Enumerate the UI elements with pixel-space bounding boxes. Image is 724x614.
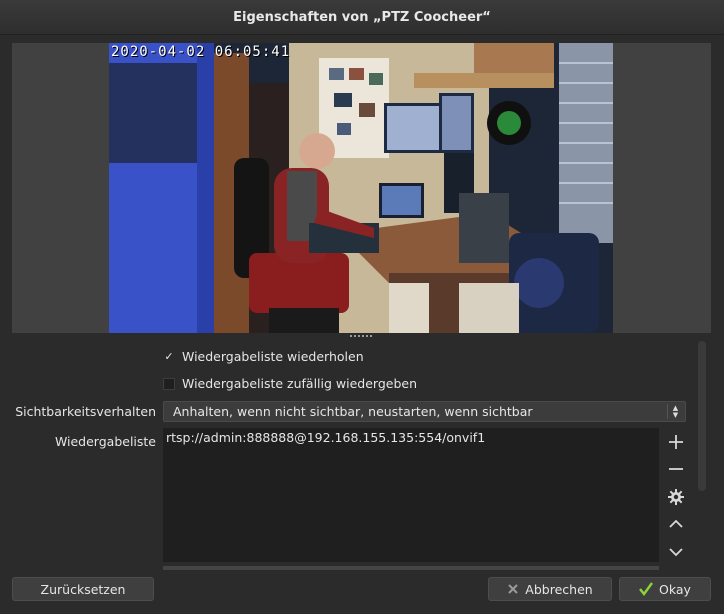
reset-button-label: Zurücksetzen — [40, 581, 126, 597]
ok-button[interactable]: Okay — [619, 577, 711, 601]
shuffle-checkbox[interactable] — [163, 377, 175, 390]
shuffle-checkbox-row[interactable]: Wiedergabeliste zufällig wiedergeben — [163, 376, 417, 391]
camera-preview: 2020-04-02 06:05:41 — [109, 43, 613, 333]
playlist-listbox[interactable]: rtsp://admin:888888@192.168.155.135:554/… — [163, 428, 659, 562]
select-arrows-icon: ▲ ▼ — [667, 404, 683, 419]
preview-splitter-handle[interactable] — [350, 334, 372, 338]
visibility-select-value: Anhalten, wenn nicht sichtbar, neustarte… — [173, 404, 533, 419]
window-titlebar: Eigenschaften von „PTZ Coocheer“ — [0, 0, 724, 35]
minus-icon — [669, 468, 683, 471]
playlist-hscrollbar[interactable] — [163, 566, 659, 570]
move-down-button[interactable] — [663, 538, 689, 566]
chevron-down-icon — [669, 548, 683, 557]
preview-area: 2020-04-02 06:05:41 — [12, 43, 711, 333]
cancel-button-label: Abbrechen — [525, 581, 593, 597]
reset-button[interactable]: Zurücksetzen — [12, 577, 154, 601]
window-title: Eigenschaften von „PTZ Coocheer“ — [233, 9, 491, 25]
shuffle-label: Wiedergabeliste zufällig wiedergeben — [182, 376, 418, 391]
cancel-button[interactable]: Abbrechen — [488, 577, 612, 601]
plus-icon — [669, 434, 683, 449]
chevron-up-icon — [669, 519, 683, 528]
list-item[interactable]: rtsp://admin:888888@192.168.155.135:554/… — [166, 430, 656, 445]
playlist-label: Wiedergabeliste — [54, 434, 156, 449]
gear-icon — [668, 488, 684, 505]
ok-button-label: Okay — [659, 581, 691, 597]
close-icon — [508, 584, 519, 594]
visibility-label: Sichtbarkeitsverhalten — [15, 404, 156, 419]
item-settings-button[interactable] — [663, 483, 689, 511]
checkmark-icon — [639, 582, 654, 596]
playlist-side-buttons — [663, 428, 689, 566]
move-up-button[interactable] — [663, 511, 689, 539]
visibility-select[interactable]: Anhalten, wenn nicht sichtbar, neustarte… — [163, 401, 686, 422]
loop-checkbox-row[interactable]: ✓ Wiedergabeliste wiederholen — [163, 349, 364, 364]
video-timestamp: 2020-04-02 06:05:41 — [111, 44, 291, 60]
properties-scrollbar[interactable] — [698, 341, 706, 491]
loop-checkbox[interactable]: ✓ — [163, 350, 175, 363]
camera-scene-image — [109, 43, 613, 333]
remove-item-button[interactable] — [663, 456, 689, 484]
loop-label: Wiedergabeliste wiederholen — [182, 349, 364, 364]
add-item-button[interactable] — [663, 428, 689, 456]
